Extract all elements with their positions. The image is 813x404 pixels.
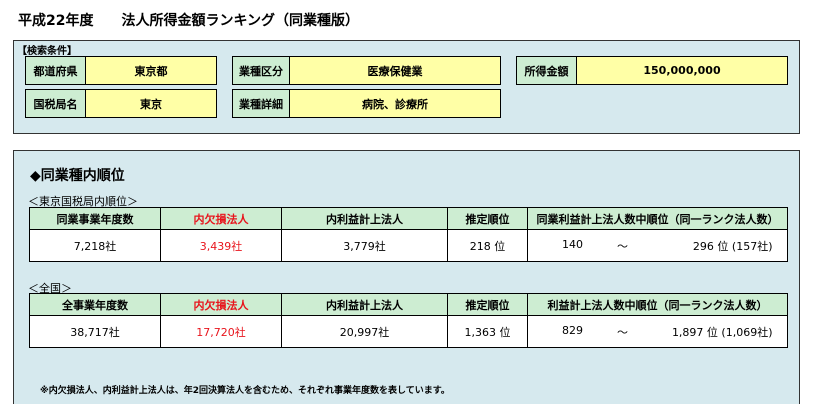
bureau-rank-table: 同業事業年度数 内欠損法人 内利益計上法人 推定順位 同業利益計上法人数中順位（… (29, 207, 788, 262)
range-from: 829 (562, 323, 583, 337)
deficit-count: 3,439社 (160, 229, 282, 262)
estimated-rank: 1,363 位 (447, 315, 528, 348)
profit-count: 3,779社 (281, 229, 448, 262)
ranking-title: ◆同業種内順位 (30, 168, 125, 184)
industry-class-value: 医療保健業 (289, 56, 501, 85)
rank-range: 140 ～ 296 位 (157社) (527, 229, 788, 262)
income-label: 所得金額 (516, 56, 577, 85)
tax-bureau-value: 東京 (85, 89, 217, 118)
table-header-row: 全事業年度数 内欠損法人 内利益計上法人 推定順位 利益計上法人数中順位（同一ラ… (29, 293, 788, 316)
income-value: 150,000,000 (576, 56, 788, 85)
header-cell: 利益計上法人数中順位（同一ランク法人数） (527, 293, 788, 316)
total-count: 7,218社 (29, 229, 161, 262)
range-from: 140 (562, 237, 583, 251)
table-header-row: 同業事業年度数 内欠損法人 内利益計上法人 推定順位 同業利益計上法人数中順位（… (29, 207, 788, 230)
tax-bureau-label: 国税局名 (25, 89, 86, 118)
header-cell: 同業事業年度数 (29, 207, 161, 230)
header-cell: 同業利益計上法人数中順位（同一ランク法人数） (527, 207, 788, 230)
header-cell: 内欠損法人 (160, 207, 282, 230)
profit-count: 20,997社 (281, 315, 448, 348)
rank-range: 829 ～ 1,897 位 (1,069社) (527, 315, 788, 348)
page-title: 平成22年度 法人所得金額ランキング（同業種版） (18, 13, 360, 29)
industry-detail-label: 業種詳細 (232, 89, 290, 118)
national-rank-table: 全事業年度数 内欠損法人 内利益計上法人 推定順位 利益計上法人数中順位（同一ラ… (29, 293, 788, 348)
industry-detail-value: 病院、診療所 (289, 89, 501, 118)
industry-class-label: 業種区分 (232, 56, 290, 85)
search-conditions-panel: 【検索条件】 都道府県 東京都 業種区分 医療保健業 所得金額 150,000,… (13, 40, 800, 134)
prefecture-label: 都道府県 (25, 56, 86, 85)
deficit-count: 17,720社 (160, 315, 282, 348)
table-row: 38,717社 17,720社 20,997社 1,363 位 829 ～ 1,… (29, 315, 788, 348)
header-cell: 全事業年度数 (29, 293, 161, 316)
table-row: 7,218社 3,439社 3,779社 218 位 140 ～ 296 位 (… (29, 229, 788, 262)
range-separator: ～ (617, 239, 628, 253)
header-cell: 推定順位 (447, 207, 528, 230)
range-to: 1,897 位 (1,069社) (671, 325, 773, 339)
header-cell: 内利益計上法人 (281, 207, 448, 230)
total-count: 38,717社 (29, 315, 161, 348)
header-cell: 推定順位 (447, 293, 528, 316)
header-cell: 内欠損法人 (160, 293, 282, 316)
range-to: 296 位 (157社) (692, 239, 773, 253)
prefecture-value: 東京都 (85, 56, 217, 85)
header-cell: 内利益計上法人 (281, 293, 448, 316)
search-conditions-label: 【検索条件】 (17, 46, 77, 57)
footnote: ※内欠損法人、内利益計上法人は、年2回決算法人を含むため、それぞれ事業年度数を表… (40, 386, 450, 396)
ranking-panel: ◆同業種内順位 ＜東京国税局内順位＞ 同業事業年度数 内欠損法人 内利益計上法人… (13, 150, 800, 404)
estimated-rank: 218 位 (447, 229, 528, 262)
range-separator: ～ (617, 325, 628, 339)
